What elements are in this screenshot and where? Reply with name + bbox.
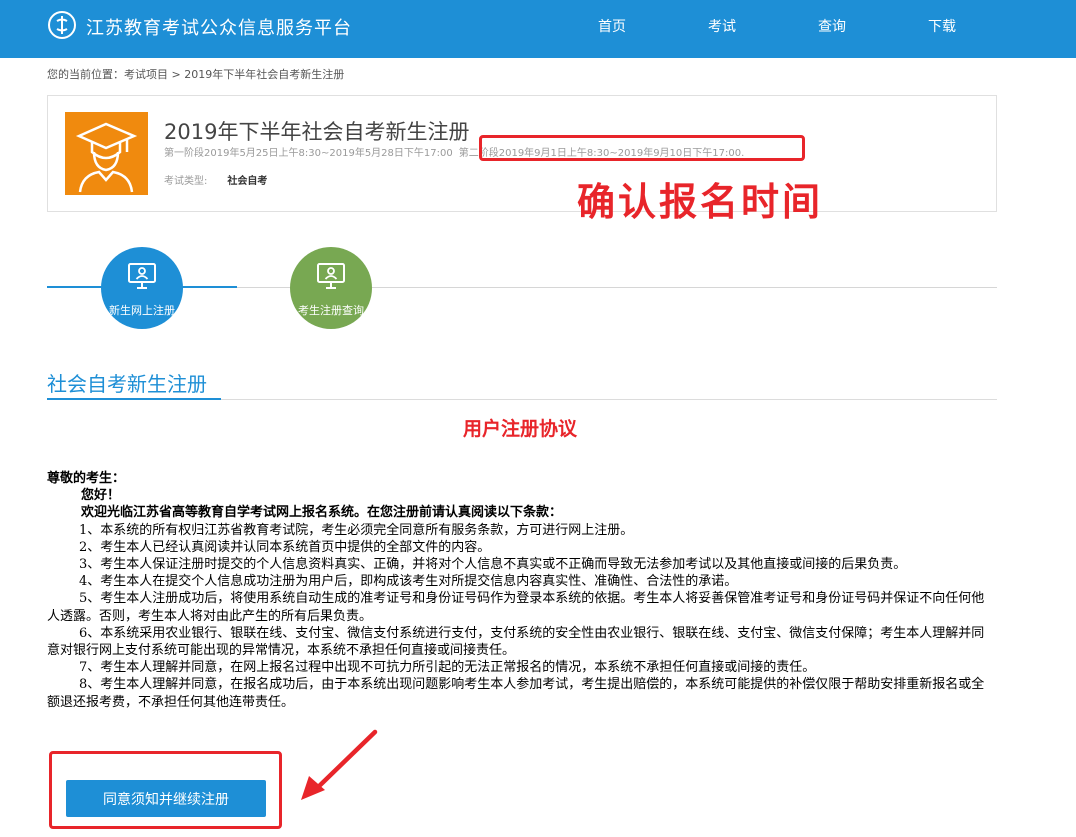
step-new-registration-label: 新生网上注册 [109, 304, 175, 317]
annotation-confirm-time: 确认报名时间 [577, 179, 824, 224]
phase-2-highlight-box [479, 135, 805, 161]
agreement-intro: 欢迎光临江苏省高等教育自学考试网上报名系统。在您注册前请认真阅读以下条款： [81, 505, 563, 521]
agree-continue-button[interactable]: 同意须知并继续注册 [66, 780, 266, 817]
agreement-clause-5: 5、考生本人注册成功后，将使用系统自动生成的准考证号和身份证号码作为登录本系统的… [47, 591, 985, 624]
agreement-hello: 您好！ [81, 488, 121, 504]
agreement-clause-3: 3、考生本人保证注册时提交的个人信息资料真实、正确，并将对个人信息不真实或不正确… [79, 557, 907, 573]
agreement-clause-6: 6、本系统采用农业银行、银联在线、支付宝、微信支付系统进行支付，支付系统的安全性… [47, 625, 985, 659]
platform-logo-icon [48, 11, 76, 39]
agreement-greeting: 尊敬的考生： [47, 471, 126, 486]
exam-type-label: 考试类型: [164, 176, 208, 187]
annotation-arrow-icon [301, 729, 378, 800]
phase-1-schedule: 第一阶段2019年5月25日上午8:30~2019年5月28日下午17:00 [164, 148, 453, 159]
section-divider-accent [47, 398, 221, 400]
agreement-clause-8: 8、考生本人理解并同意，在报名成功后，由于本系统出现问题影响考生本人参加考试，考… [47, 677, 985, 710]
step-registration-query[interactable]: 考生注册查询 [290, 247, 372, 329]
top-navbar: 江苏教育考试公众信息服务平台 首页 考试 查询 下载 [0, 0, 1076, 58]
monitor-user-icon [128, 263, 156, 289]
exam-title: 2019年下半年社会自考新生注册 [164, 120, 470, 144]
agreement-title: 用户注册协议 [462, 418, 577, 440]
step-registration-query-label: 考生注册查询 [298, 304, 364, 317]
section-title: 社会自考新生注册 [47, 372, 207, 396]
agreement-clause-4: 4、考生本人在提交个人信息成功注册为用户后，即构成该考生对所提交信息内容真实性、… [79, 574, 738, 590]
nav-home[interactable]: 首页 [598, 16, 626, 36]
nav-query[interactable]: 查询 [818, 16, 846, 36]
nav-download[interactable]: 下载 [928, 16, 956, 36]
agreement-clause-2: 2、考生本人已经认真阅读并认同本系统首页中提供的全部文件的内容。 [79, 539, 491, 555]
nav-exam[interactable]: 考试 [708, 16, 736, 36]
monitor-user-icon [317, 263, 345, 289]
step-new-registration[interactable]: 新生网上注册 [101, 247, 183, 329]
exam-type: 考试类型: 社会自考 [164, 172, 267, 187]
agreement-clause-1: 1、本系统的所有权归江苏省教育考试院，考生必须完全同意所有服务条款，方可进行网上… [79, 522, 634, 538]
exam-type-value: 社会自考 [227, 176, 268, 187]
graduate-icon [65, 112, 148, 195]
breadcrumb: 您的当前位置：考试项目 > 2019年下半年社会自考新生注册 [47, 68, 345, 81]
agreement-clause-7: 7、考生本人理解并同意，在网上报名过程中出现不可抗力所引起的无法正常报名的情况，… [79, 660, 816, 676]
site-title[interactable]: 江苏教育考试公众信息服务平台 [86, 14, 352, 40]
agreement-body: 尊敬的考生： 您好！ 欢迎光临江苏省高等教育自学考试网上报名系统。在您注册前请认… [47, 470, 997, 711]
